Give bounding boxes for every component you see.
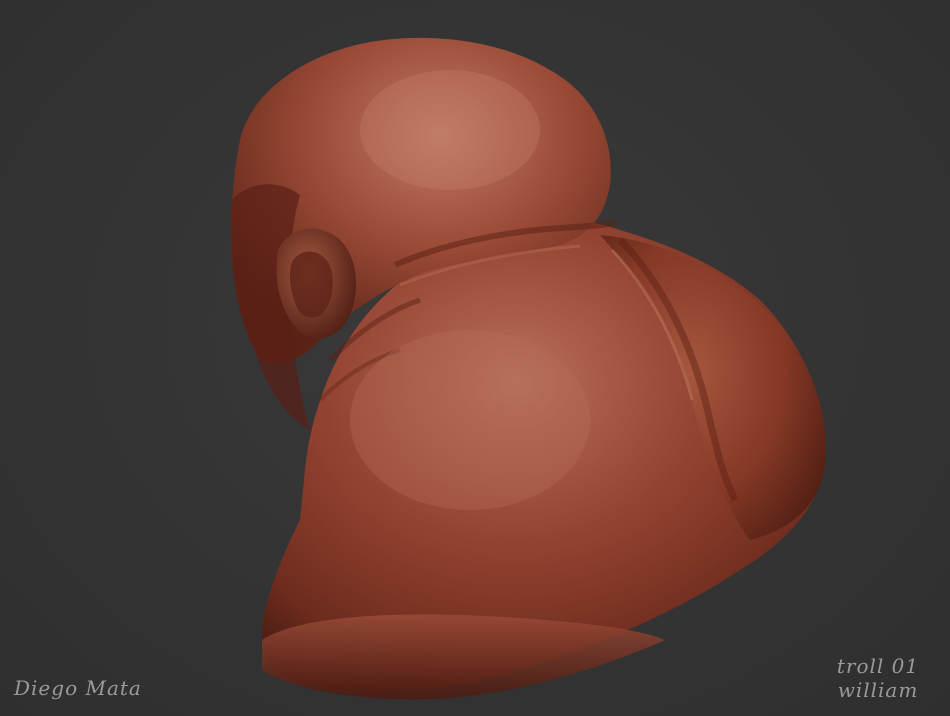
troll-bust-sculpt [231,37,826,700]
title-line-1: troll 01 [836,654,920,678]
back-highlight [350,330,590,510]
title-line-2: william [837,678,919,702]
base-cut [262,614,665,700]
render-viewport: Diego Mata troll 01 william [0,0,950,716]
title-signature: troll 01 william [818,654,938,702]
skull-highlight [360,70,540,190]
artist-signature: Diego Mata [14,676,142,700]
